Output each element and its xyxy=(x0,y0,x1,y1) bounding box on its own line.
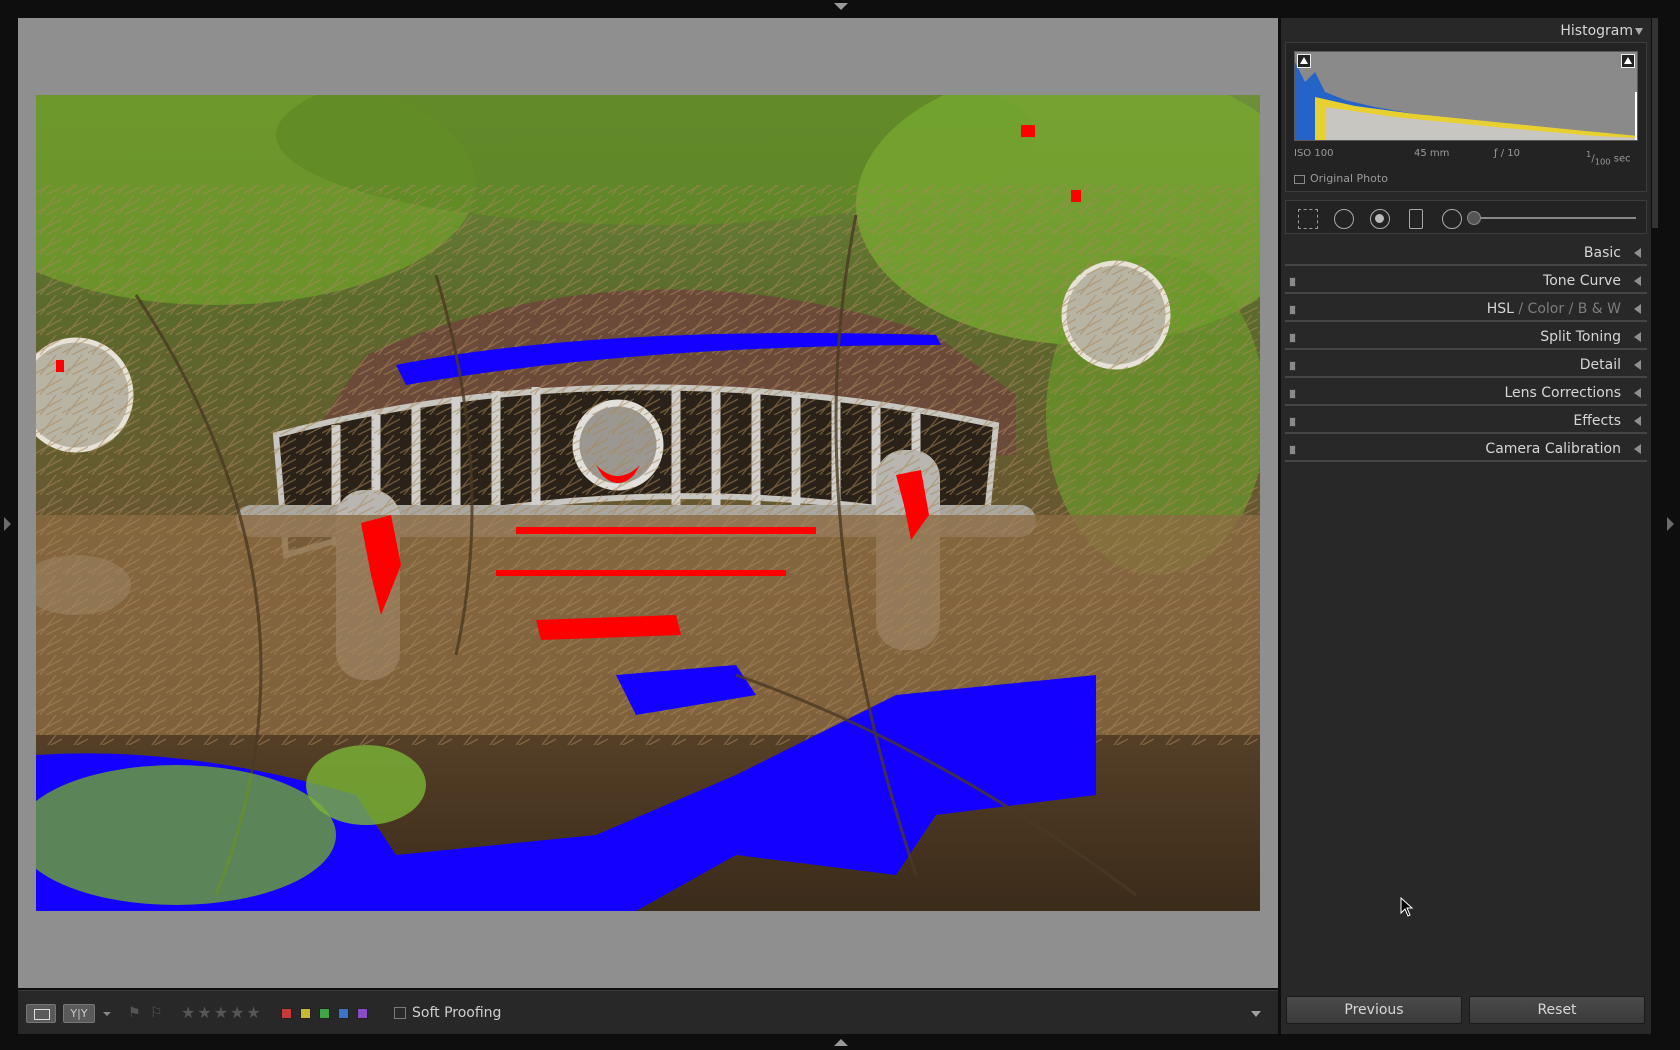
shutter-unit: sec xyxy=(1613,153,1631,165)
color-tab[interactable]: Color xyxy=(1528,301,1565,317)
basic-expand-icon[interactable] xyxy=(1634,248,1641,258)
effects-expand-icon[interactable] xyxy=(1634,416,1641,426)
spot-removal-icon[interactable] xyxy=(1334,209,1354,229)
basic-label: Basic xyxy=(1583,245,1621,261)
before-after-button[interactable]: Y|Y xyxy=(63,1004,95,1023)
reject-flag-icon[interactable]: ⚐ xyxy=(150,1005,164,1021)
top-panel-toggle-icon[interactable] xyxy=(834,3,848,10)
brush-slider-knob[interactable] xyxy=(1467,211,1481,225)
graduated-filter-icon[interactable] xyxy=(1409,209,1423,229)
brush-slider-track[interactable] xyxy=(1472,217,1636,219)
left-panel-toggle-icon[interactable] xyxy=(4,517,11,531)
section-lens-corrections[interactable]: Lens Corrections xyxy=(1285,380,1647,406)
hsl-toggle[interactable] xyxy=(1289,305,1296,315)
aperture-readout: ƒ / 10 xyxy=(1494,148,1520,159)
focal-length-readout: 45 mm xyxy=(1414,148,1450,159)
detail-toggle[interactable] xyxy=(1289,361,1296,371)
soft-proofing-checkbox[interactable] xyxy=(394,1007,406,1019)
tone-curve-expand-icon[interactable] xyxy=(1634,276,1641,286)
previous-button[interactable]: Previous xyxy=(1286,996,1462,1024)
section-split-toning[interactable]: Split Toning xyxy=(1285,324,1647,350)
color-label-red[interactable] xyxy=(281,1008,292,1019)
right-panel-toggle-icon[interactable] xyxy=(1667,517,1674,531)
split-toning-expand-icon[interactable] xyxy=(1634,332,1641,342)
reset-button[interactable]: Reset xyxy=(1469,996,1645,1024)
soft-proofing-label: Soft Proofing xyxy=(412,1005,502,1021)
color-label-green[interactable] xyxy=(319,1008,330,1019)
histogram-collapse-icon[interactable] xyxy=(1635,28,1643,35)
shutter-numerator: 1 xyxy=(1586,149,1592,159)
lens-corrections-toggle[interactable] xyxy=(1289,389,1296,399)
shutter-denominator: 100 xyxy=(1594,156,1611,167)
section-hsl[interactable]: HSL / Color / B & W xyxy=(1285,296,1647,322)
color-label-yellow[interactable] xyxy=(300,1008,311,1019)
filmstrip-toggle-icon[interactable] xyxy=(834,1039,848,1046)
camera-calibration-expand-icon[interactable] xyxy=(1634,444,1641,454)
section-basic[interactable]: Basic xyxy=(1285,240,1647,266)
section-tone-curve[interactable]: Tone Curve xyxy=(1285,268,1647,294)
shadow-clipping-icon[interactable] xyxy=(1297,54,1311,68)
crop-tool-icon[interactable] xyxy=(1298,209,1318,229)
right-panel: Histogram ISO 100 45 mm ƒ / 10 1/100 sec xyxy=(1281,18,1651,1034)
tab-separator: / xyxy=(1568,301,1574,317)
lens-corrections-label: Lens Corrections xyxy=(1504,385,1621,401)
mouse-cursor-icon xyxy=(1400,897,1414,917)
effects-label: Effects xyxy=(1573,413,1621,429)
section-camera-calibration[interactable]: Camera Calibration xyxy=(1285,436,1647,462)
section-detail[interactable]: Detail xyxy=(1285,352,1647,378)
histogram-graph[interactable] xyxy=(1294,51,1638,141)
tone-curve-label: Tone Curve xyxy=(1543,273,1621,289)
photo-image xyxy=(36,95,1260,911)
tone-curve-toggle[interactable] xyxy=(1289,277,1296,287)
histogram: ISO 100 45 mm ƒ / 10 1/100 sec Original … xyxy=(1285,42,1647,192)
image-view xyxy=(18,18,1278,988)
original-photo-label: Original Photo xyxy=(1310,172,1388,185)
red-eye-icon[interactable] xyxy=(1370,209,1390,229)
panel-scrollbar[interactable] xyxy=(1652,18,1658,228)
hsl-tab[interactable]: HSL xyxy=(1487,301,1514,317)
tool-strip xyxy=(1285,200,1647,234)
camera-calibration-label: Camera Calibration xyxy=(1485,441,1621,457)
section-effects[interactable]: Effects xyxy=(1285,408,1647,434)
photo-preview[interactable] xyxy=(36,95,1260,911)
toolbar: Y|Y ⚑ ⚐ ★★★★★ Soft Proofing xyxy=(18,990,1278,1034)
toolbar-menu-icon[interactable] xyxy=(1251,1011,1261,1017)
radial-filter-icon[interactable] xyxy=(1442,209,1462,229)
color-label-blue[interactable] xyxy=(338,1008,349,1019)
pick-flag-icon[interactable]: ⚑ xyxy=(128,1005,142,1021)
before-after-dropdown-icon[interactable] xyxy=(103,1012,111,1016)
tab-separator: / xyxy=(1518,301,1524,317)
lens-corrections-expand-icon[interactable] xyxy=(1634,388,1641,398)
camera-calibration-toggle[interactable] xyxy=(1289,445,1296,455)
develop-module: Y|Y ⚑ ⚐ ★★★★★ Soft Proofing Histogram IS… xyxy=(0,0,1680,1050)
shutter-readout: 1/100 sec xyxy=(1586,149,1631,167)
detail-expand-icon[interactable] xyxy=(1634,360,1641,370)
hsl-expand-icon[interactable] xyxy=(1634,304,1641,314)
original-photo-checkbox[interactable] xyxy=(1294,175,1305,184)
split-toning-toggle[interactable] xyxy=(1289,333,1296,343)
bw-tab[interactable]: B & W xyxy=(1578,301,1621,317)
color-label-purple[interactable] xyxy=(357,1008,368,1019)
loupe-view-button[interactable] xyxy=(26,1004,56,1023)
effects-toggle[interactable] xyxy=(1289,417,1296,427)
star-rating[interactable]: ★★★★★ xyxy=(181,1003,263,1023)
detail-label: Detail xyxy=(1579,357,1621,373)
iso-readout: ISO 100 xyxy=(1294,148,1334,159)
split-toning-label: Split Toning xyxy=(1540,329,1621,345)
histogram-title[interactable]: Histogram xyxy=(1560,22,1633,40)
hsl-color-bw-label: HSL / Color / B & W xyxy=(1487,300,1621,318)
highlight-clipping-icon[interactable] xyxy=(1621,54,1635,68)
